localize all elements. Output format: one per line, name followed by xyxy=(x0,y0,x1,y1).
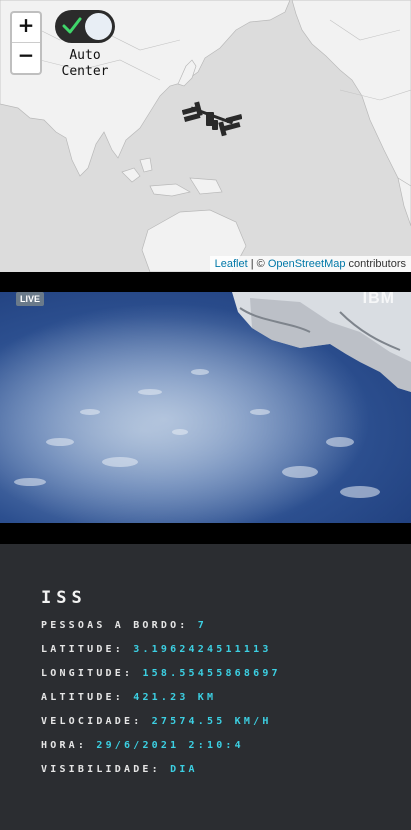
latitude-value: 3.1962424511113 xyxy=(133,644,272,655)
velocity-value: 27574.55 KM/H xyxy=(151,716,272,727)
altitude-row: ALTITUDE: 421.23 KM xyxy=(41,692,216,703)
longitude-label: LONGITUDE: xyxy=(41,668,134,679)
iss-title: ISS xyxy=(41,588,87,608)
altitude-label: ALTITUDE: xyxy=(41,692,124,703)
visibility-row: VISIBILIDADE: DIA xyxy=(41,764,198,775)
velocity-row: VELOCIDADE: 27574.55 KM/H xyxy=(41,716,272,727)
leaflet-link[interactable]: Leaflet xyxy=(215,258,248,270)
time-value: 29/6/2021 2:10:4 xyxy=(96,740,244,751)
toggle-knob xyxy=(85,13,112,40)
zoom-control: + − xyxy=(10,11,42,75)
latitude-row: LATITUDE: 3.1962424511113 xyxy=(41,644,272,655)
openstreetmap-link[interactable]: OpenStreetMap xyxy=(268,258,346,270)
time-label: HORA: xyxy=(41,740,88,751)
map[interactable]: + − Auto Center Leaflet | © OpenStreetMa… xyxy=(0,0,411,272)
zoom-in-button[interactable]: + xyxy=(12,13,40,43)
time-row: HORA: 29/6/2021 2:10:4 xyxy=(41,740,244,751)
iss-icon[interactable] xyxy=(182,100,242,138)
ibm-logo: IBM xyxy=(362,290,395,307)
auto-center-label-line2: Center xyxy=(61,64,109,79)
attribution-suffix: contributors xyxy=(345,258,406,270)
velocity-label: VELOCIDADE: xyxy=(41,716,143,727)
longitude-row: LONGITUDE: 158.55455868697 xyxy=(41,668,281,679)
altitude-value: 421.23 KM xyxy=(133,692,217,703)
zoom-out-button[interactable]: − xyxy=(12,43,40,73)
video-frame[interactable] xyxy=(0,292,411,523)
people-on-board-label: PESSOAS A BORDO: xyxy=(41,620,189,631)
auto-center-label-line1: Auto xyxy=(69,48,101,63)
longitude-value: 158.55455868697 xyxy=(142,668,281,679)
earth-view-image xyxy=(0,292,411,523)
visibility-label: VISIBILIDADE: xyxy=(41,764,161,775)
auto-center-label: Auto Center xyxy=(52,48,118,80)
auto-center-toggle[interactable] xyxy=(55,10,115,43)
map-attribution: Leaflet | © OpenStreetMap contributors xyxy=(209,256,411,272)
visibility-value: DIA xyxy=(170,764,198,775)
live-badge: LIVE xyxy=(16,292,45,306)
people-on-board-row: PESSOAS A BORDO: 7 xyxy=(41,620,207,631)
attribution-separator: | © xyxy=(247,258,268,270)
people-on-board-value: 7 xyxy=(197,620,207,631)
check-icon xyxy=(62,17,82,34)
latitude-label: LATITUDE: xyxy=(41,644,124,655)
iss-info-panel: ISS PESSOAS A BORDO: 7 LATITUDE: 3.19624… xyxy=(0,544,411,830)
live-video-player[interactable]: LIVE IBM xyxy=(0,272,411,544)
